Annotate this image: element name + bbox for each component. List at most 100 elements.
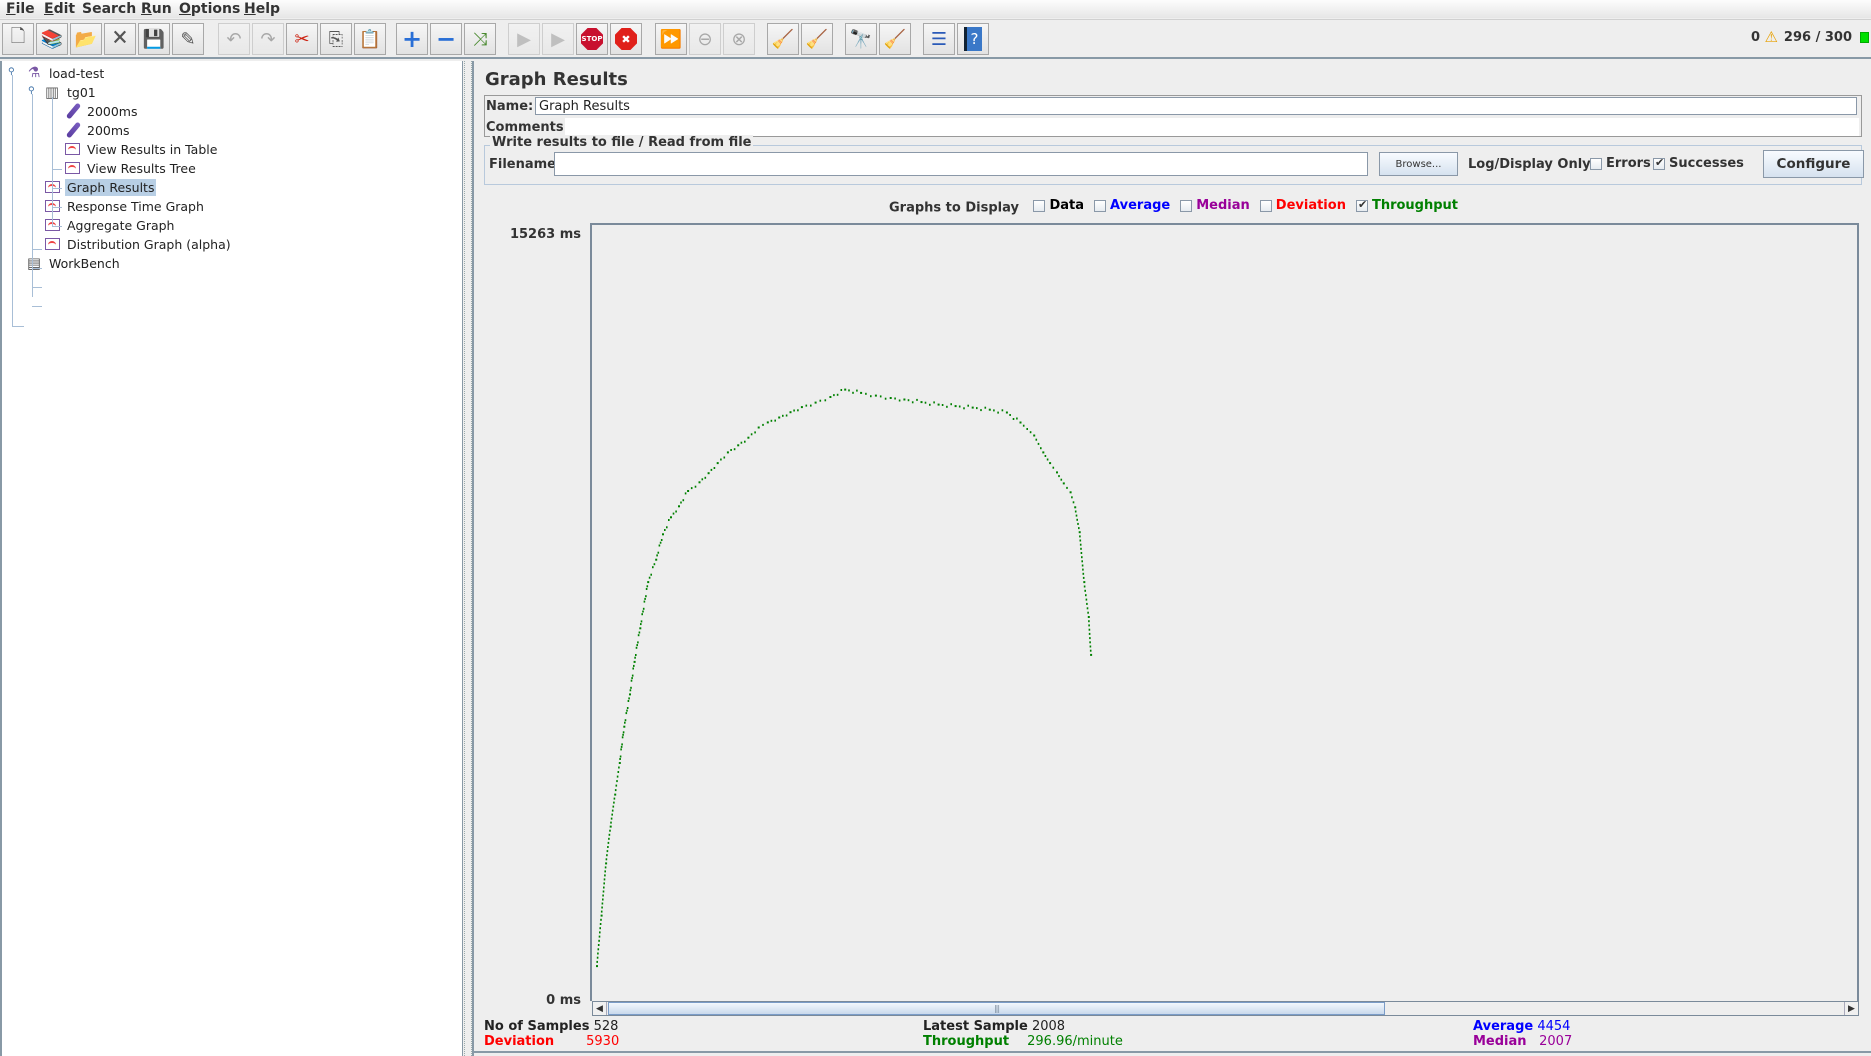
paste-button[interactable]: 📋 — [354, 23, 386, 55]
expand-button[interactable]: + — [396, 23, 428, 55]
help-icon: ? — [964, 27, 982, 51]
throughput-point — [612, 805, 615, 808]
comments-field[interactable] — [565, 118, 1859, 136]
average-checkbox[interactable] — [1094, 199, 1107, 212]
throughput-point — [1009, 414, 1011, 416]
save-button[interactable]: 💾 — [138, 23, 170, 55]
tree-item-graph-results[interactable]: Graph Results — [44, 178, 157, 196]
throughput-point — [603, 878, 606, 881]
tree-item-load-test[interactable]: ⚗ load-test — [26, 64, 106, 82]
throughput-point — [707, 472, 710, 475]
throughput-point — [971, 406, 974, 409]
panel-bottom-border — [474, 1051, 1871, 1053]
stop-button[interactable]: STOP — [576, 23, 608, 55]
errors-checkbox-group[interactable]: Errors — [1590, 156, 1651, 171]
scrollbar-thumb[interactable]: ||| — [608, 1002, 1385, 1015]
remote-start-all-button[interactable]: ⏩ — [655, 23, 687, 55]
templates-icon: 📚 — [40, 28, 64, 50]
remote-shutdown-all-button[interactable]: ⊗ — [723, 23, 755, 55]
start-no-pauses-button[interactable]: ▶ — [542, 23, 574, 55]
tree-item-2000ms[interactable]: 2000ms — [64, 102, 140, 120]
clear-button[interactable]: 🧹 — [767, 23, 799, 55]
copy-button[interactable]: ⎘ — [320, 23, 352, 55]
deviation-checkbox[interactable] — [1259, 199, 1272, 212]
graph-horizontal-scrollbar[interactable]: ◀ ||| ▶ — [592, 1001, 1859, 1016]
tree-item-200ms[interactable]: 200ms — [64, 121, 132, 139]
filename-field[interactable] — [554, 152, 1368, 176]
cut-button[interactable]: ✂ — [286, 23, 318, 55]
throughput-checkbox[interactable] — [1355, 198, 1368, 212]
menu-run[interactable]: Run — [141, 1, 172, 17]
stop-icon: STOP — [581, 28, 603, 50]
throughput-point — [639, 627, 642, 630]
name-field[interactable] — [535, 97, 1857, 115]
tree-item-view-results-in-table[interactable]: View Results in Table — [64, 140, 219, 158]
throughput-point — [658, 544, 661, 547]
graph-option-deviation[interactable]: Deviation — [1259, 198, 1346, 213]
search-button[interactable]: 🔭 — [845, 23, 877, 55]
help-button[interactable]: ? — [957, 23, 989, 55]
throughput-point — [636, 644, 638, 647]
average-value: 4454 — [1537, 1019, 1571, 1034]
throughput-point — [615, 784, 618, 787]
menu-label-rest: elp — [255, 1, 281, 17]
start-button[interactable]: ▶ — [508, 23, 540, 55]
menu-options[interactable]: Options — [179, 1, 240, 17]
graph-option-average[interactable]: Average — [1094, 198, 1170, 213]
save-as-button[interactable]: ✎ — [172, 23, 204, 55]
menu-edit[interactable]: Edit — [44, 1, 75, 17]
clear-all-button[interactable]: 🧹 — [801, 23, 833, 55]
reset-search-button[interactable]: 🧹 — [879, 23, 911, 55]
redo-icon: ↷ — [260, 28, 276, 50]
throughput-point — [650, 573, 652, 576]
templates-button[interactable]: 📚 — [36, 23, 68, 55]
errors-checkbox[interactable] — [1590, 157, 1602, 170]
graph-option-throughput[interactable]: Throughput — [1355, 198, 1458, 213]
menu-search[interactable]: Search — [82, 1, 136, 17]
menu-help[interactable]: Help — [244, 1, 280, 17]
throughput-point — [829, 396, 832, 398]
tree-connector-line — [12, 326, 24, 327]
successes-checkbox-group[interactable]: Successes — [1653, 156, 1744, 171]
warning-icon[interactable]: ⚠ — [1765, 28, 1778, 46]
tree-item-label: View Results Tree — [87, 160, 196, 176]
throughput-point — [609, 825, 612, 828]
throughput-point — [819, 399, 822, 402]
tree-item-workbench[interactable]: ▤ WorkBench — [26, 254, 122, 272]
throughput-point — [618, 762, 621, 764]
median-checkbox[interactable] — [1180, 199, 1193, 212]
graph-option-median[interactable]: Median — [1180, 198, 1250, 213]
throughput-point — [907, 399, 910, 402]
close-button[interactable]: 🗙 — [104, 23, 136, 55]
tree-item-view-results-tree[interactable]: View Results Tree — [64, 159, 198, 177]
toggle-button[interactable]: ⤨ — [464, 23, 496, 55]
open-button[interactable]: 📂 — [70, 23, 102, 55]
remote-stop-all-button[interactable]: ⊖ — [689, 23, 721, 55]
throughput-point — [596, 965, 598, 968]
throughput-point — [1086, 602, 1088, 605]
throughput-point — [1078, 527, 1080, 530]
split-pane-divider[interactable] — [464, 61, 472, 1056]
throughput-point — [607, 841, 610, 844]
configure-button[interactable]: Configure — [1763, 150, 1864, 178]
graph-option-data[interactable]: Data — [1033, 198, 1084, 213]
function-helper-button[interactable]: ☰ — [923, 23, 955, 55]
tree-item-response-time-graph[interactable]: Response Time Graph — [44, 197, 206, 215]
throughput-point — [648, 576, 651, 579]
collapse-button[interactable]: − — [430, 23, 462, 55]
scroll-right-icon[interactable]: ▶ — [1844, 1002, 1858, 1015]
throughput-point — [608, 833, 611, 836]
new-button[interactable]: 🗋 — [2, 23, 34, 55]
undo-button[interactable]: ↶ — [218, 23, 250, 55]
throughput-point — [664, 529, 666, 531]
successes-checkbox[interactable] — [1653, 156, 1665, 170]
redo-button[interactable]: ↷ — [252, 23, 284, 55]
menu-mnemonic: R — [141, 1, 152, 17]
shutdown-button[interactable]: ✖ — [610, 23, 642, 55]
tree-item-distribution-graph-alpha[interactable]: Distribution Graph (alpha) — [44, 235, 233, 253]
menu-file[interactable]: File — [6, 1, 35, 17]
tree-item-aggregate-graph[interactable]: Aggregate Graph — [44, 216, 176, 234]
scroll-left-icon[interactable]: ◀ — [593, 1002, 607, 1015]
data-checkbox[interactable] — [1033, 199, 1046, 212]
browse-button[interactable]: Browse... — [1379, 152, 1458, 176]
